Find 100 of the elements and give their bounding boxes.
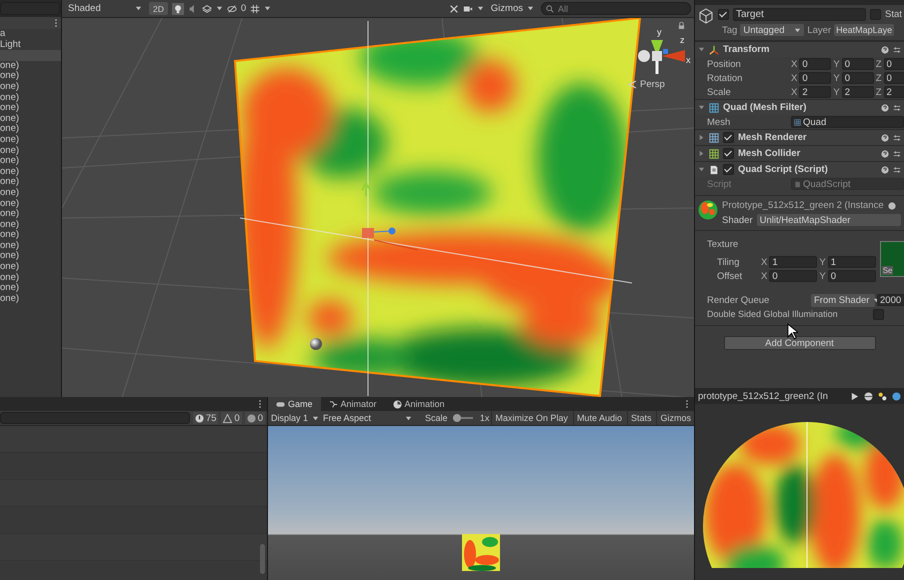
number-field[interactable]: 0 (799, 58, 832, 70)
hierarchy-item[interactable]: one) (0, 82, 61, 93)
lock-icon[interactable] (678, 22, 685, 29)
caret-icon[interactable] (264, 5, 272, 12)
hierarchy-item[interactable]: a (0, 29, 61, 40)
toolbar-button[interactable]: Gizmos (656, 411, 694, 425)
move-gizmo-drawing[interactable] (361, 181, 418, 250)
hierarchy-item[interactable]: one) (0, 60, 61, 72)
settings-icon[interactable] (893, 46, 901, 54)
object-field[interactable]: QuadScript (791, 178, 904, 190)
panel-tab[interactable]: Animation (384, 397, 453, 411)
number-field[interactable]: 1 (769, 256, 818, 268)
number-field[interactable]: 2 (842, 86, 874, 98)
texture-thumbnail[interactable]: Se (880, 241, 904, 277)
hierarchy-item[interactable]: one) (0, 272, 61, 284)
number-field[interactable]: 2 (799, 86, 832, 98)
static-checkbox[interactable] (870, 9, 881, 20)
help-icon[interactable] (881, 134, 889, 142)
lights-icon[interactable] (878, 392, 887, 400)
hierarchy-item[interactable]: one) (0, 240, 61, 252)
console-count-toggle[interactable]: 0 (244, 412, 265, 424)
caret-icon[interactable] (527, 5, 534, 12)
component-title[interactable]: Mesh Renderer (738, 132, 807, 143)
settings-icon[interactable] (893, 166, 901, 174)
foldout-arrow-icon[interactable] (698, 46, 705, 53)
light-bulb-icon[interactable] (172, 2, 184, 14)
tag-dropdown[interactable]: Untagged (740, 24, 804, 36)
settings-icon[interactable] (893, 134, 901, 142)
hidden-eye-icon[interactable] (226, 4, 237, 14)
hierarchy-item[interactable]: one) (0, 114, 61, 124)
hierarchy-item[interactable]: one) (0, 124, 61, 135)
hierarchy-item[interactable]: Light (0, 40, 61, 50)
help-icon[interactable] (881, 150, 889, 158)
help-icon[interactable] (888, 202, 896, 210)
render-queue-field[interactable]: 2000 (877, 294, 904, 306)
number-field[interactable]: 0 (769, 270, 818, 282)
help-icon[interactable] (881, 166, 889, 174)
caret-icon[interactable] (404, 414, 412, 422)
number-field[interactable]: 0 (884, 58, 904, 70)
layers-icon[interactable] (202, 4, 212, 14)
play-icon[interactable] (850, 392, 859, 400)
console-count-toggle[interactable]: 0 (221, 412, 242, 424)
search-field[interactable]: All (541, 2, 691, 15)
toolbar-button[interactable]: Stats (626, 411, 654, 425)
console-count-toggle[interactable]: 75 (192, 412, 218, 424)
hierarchy-item[interactable]: one) (0, 220, 61, 230)
number-field[interactable]: 0 (884, 72, 904, 84)
search-field[interactable] (0, 412, 190, 424)
settings-icon[interactable] (893, 104, 901, 112)
panel-tab[interactable]: Animator (320, 397, 385, 411)
caret-icon[interactable] (476, 5, 484, 12)
component-title[interactable]: Mesh Collider (738, 148, 800, 159)
hierarchy-item[interactable]: one) (0, 262, 61, 273)
caret-icon[interactable] (216, 5, 223, 12)
2d-toggle[interactable]: 2D (149, 2, 168, 15)
render-queue-dropdown[interactable]: From Shader (811, 294, 875, 306)
scrollbar[interactable] (260, 544, 265, 574)
name-field[interactable]: Target (733, 8, 866, 21)
hierarchy-item[interactable]: one) (0, 146, 61, 156)
hierarchy-item[interactable]: one) (0, 177, 61, 188)
tools-icon[interactable] (448, 4, 459, 14)
number-field[interactable]: 2 (884, 86, 904, 98)
hierarchy-item[interactable]: one) (0, 230, 61, 241)
layer-dropdown[interactable]: HeatMapLaye (834, 24, 894, 36)
caret-icon[interactable] (794, 26, 802, 34)
double-sided-checkbox[interactable] (873, 308, 884, 320)
toolbar-button[interactable]: Maximize On Play (491, 411, 571, 425)
panel-tab[interactable]: Game (268, 397, 321, 411)
settings-icon[interactable] (893, 150, 901, 158)
component-title[interactable]: Quad Script (Script) (738, 164, 828, 175)
help-icon[interactable] (881, 46, 889, 54)
perspective-icon[interactable] (628, 80, 637, 89)
foldout-arrow-icon[interactable] (698, 150, 705, 157)
component-enabled-checkbox[interactable] (723, 148, 734, 159)
hierarchy-item[interactable]: one) (0, 166, 61, 178)
shader-dropdown[interactable]: Unlit/HeatMapShader (756, 214, 901, 226)
number-field[interactable]: 0 (799, 72, 832, 84)
number-field[interactable]: 1 (828, 256, 876, 268)
hierarchy-item[interactable]: one) (0, 209, 61, 220)
number-field[interactable]: 0 (842, 58, 874, 70)
hierarchy-item[interactable]: one) (0, 71, 61, 82)
foldout-arrow-icon[interactable] (698, 166, 705, 173)
toolbar-button[interactable]: Mute Audio (572, 411, 625, 425)
hierarchy-item[interactable]: one) (0, 294, 61, 304)
camera-icon[interactable] (462, 4, 473, 14)
component-enabled-checkbox[interactable] (723, 164, 734, 175)
hierarchy-item[interactable]: one) (0, 134, 61, 146)
component-enabled-checkbox[interactable] (723, 132, 734, 143)
hierarchy-item[interactable]: one) (0, 92, 61, 104)
component-title[interactable]: Transform (723, 44, 770, 55)
hierarchy-item[interactable]: one) (0, 156, 61, 167)
hierarchy-item[interactable]: one) (0, 283, 61, 294)
active-checkbox[interactable] (718, 9, 729, 20)
object-field[interactable]: Quad (791, 116, 904, 128)
hierarchy-item[interactable]: one) (0, 251, 61, 262)
component-title[interactable]: Quad (Mesh Filter) (723, 102, 806, 113)
projection-label[interactable]: Persp (640, 79, 665, 90)
select-button[interactable]: Se (882, 266, 894, 275)
caret-icon[interactable] (135, 5, 142, 12)
sphere-icon[interactable] (892, 392, 901, 400)
